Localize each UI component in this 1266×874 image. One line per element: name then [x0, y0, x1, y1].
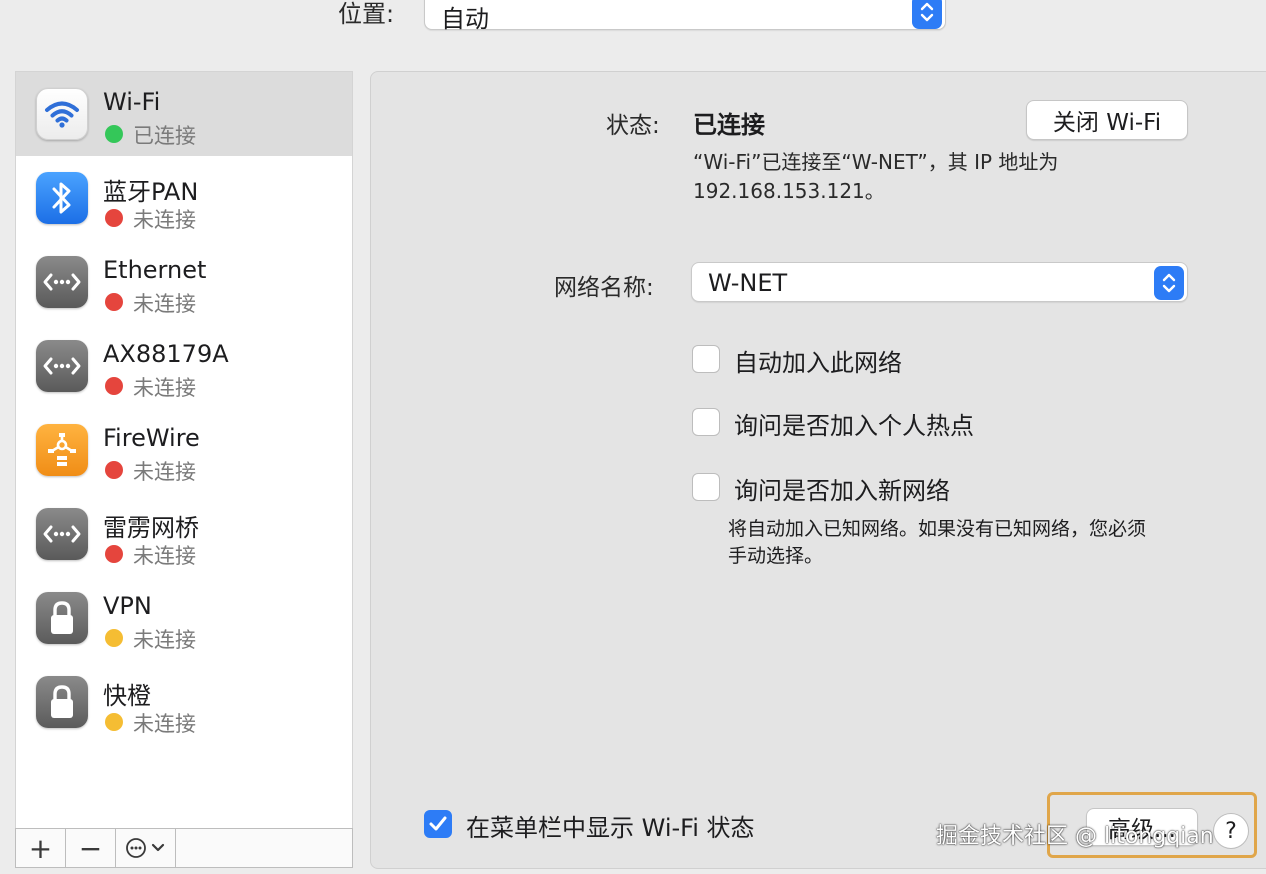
more-icon: [125, 838, 164, 858]
checkmark-icon: [429, 816, 447, 831]
service-status: 未连接: [103, 708, 196, 738]
status-dot: [105, 125, 123, 143]
auto-join-label: 自动加入此网络: [734, 349, 902, 377]
service-status: 未连接: [103, 624, 196, 654]
lock-icon: [36, 676, 88, 728]
service-item-thunderbolt-bridge[interactable]: 雷雳网桥 未连接: [16, 492, 352, 576]
service-status: 未连接: [103, 456, 196, 486]
ethernet-icon: [36, 340, 88, 392]
turn-off-wifi-button[interactable]: 关闭 Wi-Fi: [1026, 100, 1188, 140]
service-item-wifi[interactable]: Wi-Fi 已连接: [16, 72, 352, 156]
status-label: 状态:: [606, 113, 660, 139]
service-item-bluetooth-pan[interactable]: 蓝牙PAN 未连接: [16, 156, 352, 240]
status-dot: [105, 461, 123, 479]
service-name: VPN: [103, 592, 152, 620]
service-item-kuaicheng[interactable]: 快橙 未连接: [16, 660, 352, 744]
ask-hotspot-label: 询问是否加入个人热点: [734, 412, 974, 440]
service-status: 未连接: [103, 204, 196, 234]
service-name: 蓝牙PAN: [103, 178, 199, 206]
ethernet-icon: [36, 256, 88, 308]
service-name: FireWire: [103, 424, 200, 452]
network-stepper-icon: [1154, 266, 1184, 300]
show-in-menubar-label: 在菜单栏中显示 Wi-Fi 状态: [466, 814, 755, 842]
status-dot: [105, 293, 123, 311]
location-value: 自动: [441, 5, 489, 33]
status-description: “Wi-Fi”已连接至“W-NET”，其 IP 地址为 192.168.153.…: [693, 150, 1059, 203]
watermark: 掘金技术社区 @ litongqian: [936, 824, 1214, 849]
service-item-ethernet[interactable]: Ethernet 未连接: [16, 240, 352, 324]
service-status: 未连接: [103, 540, 196, 570]
ask-new-network-checkbox[interactable]: [692, 473, 720, 501]
status-dot: [105, 629, 123, 647]
location-select[interactable]: 自动: [424, 0, 946, 33]
add-service-button[interactable]: +: [16, 829, 66, 867]
known-networks-note: 将自动加入已知网络。如果没有已知网络，您必须 手动选择。: [728, 518, 1147, 567]
network-name-select[interactable]: W-NET: [691, 262, 1188, 302]
auto-join-checkbox[interactable]: [692, 345, 720, 373]
ethernet-icon: [36, 508, 88, 560]
help-button[interactable]: ?: [1213, 813, 1249, 849]
show-in-menubar-checkbox[interactable]: [424, 810, 452, 838]
firewire-icon: [36, 424, 88, 476]
service-status: 未连接: [103, 288, 196, 318]
service-name: Ethernet: [103, 256, 207, 284]
service-list: Wi-Fi 已连接 蓝牙PAN 未连接 Ethernet 未连接 AX88179…: [15, 71, 353, 828]
service-status: 未连接: [103, 372, 196, 402]
service-name: AX88179A: [103, 340, 229, 368]
location-label: 位置:: [338, 0, 395, 28]
service-item-vpn[interactable]: VPN 未连接: [16, 576, 352, 660]
toolbar-spacer: [176, 829, 352, 867]
ask-hotspot-checkbox[interactable]: [692, 408, 720, 436]
status-dot: [105, 713, 123, 731]
service-name: Wi-Fi: [103, 88, 161, 116]
service-item-ax88179a[interactable]: AX88179A 未连接: [16, 324, 352, 408]
service-status: 已连接: [103, 120, 196, 150]
ask-new-network-label: 询问是否加入新网络: [734, 477, 950, 505]
service-name: 快橙: [103, 682, 151, 710]
service-toolbar: + −: [15, 828, 353, 868]
status-value: 已连接: [693, 111, 765, 139]
service-item-firewire[interactable]: FireWire 未连接: [16, 408, 352, 492]
status-dot: [105, 209, 123, 227]
status-dot: [105, 377, 123, 395]
service-name: 雷雳网桥: [103, 514, 199, 542]
network-name-value: W-NET: [708, 269, 788, 297]
network-name-label: 网络名称:: [554, 275, 654, 301]
remove-service-button[interactable]: −: [66, 829, 116, 867]
status-dot: [105, 545, 123, 563]
bluetooth-icon: [36, 172, 88, 224]
action-menu-button[interactable]: [116, 829, 176, 867]
location-stepper-icon: [912, 0, 942, 29]
wifi-icon: [36, 88, 88, 140]
lock-icon: [36, 592, 88, 644]
